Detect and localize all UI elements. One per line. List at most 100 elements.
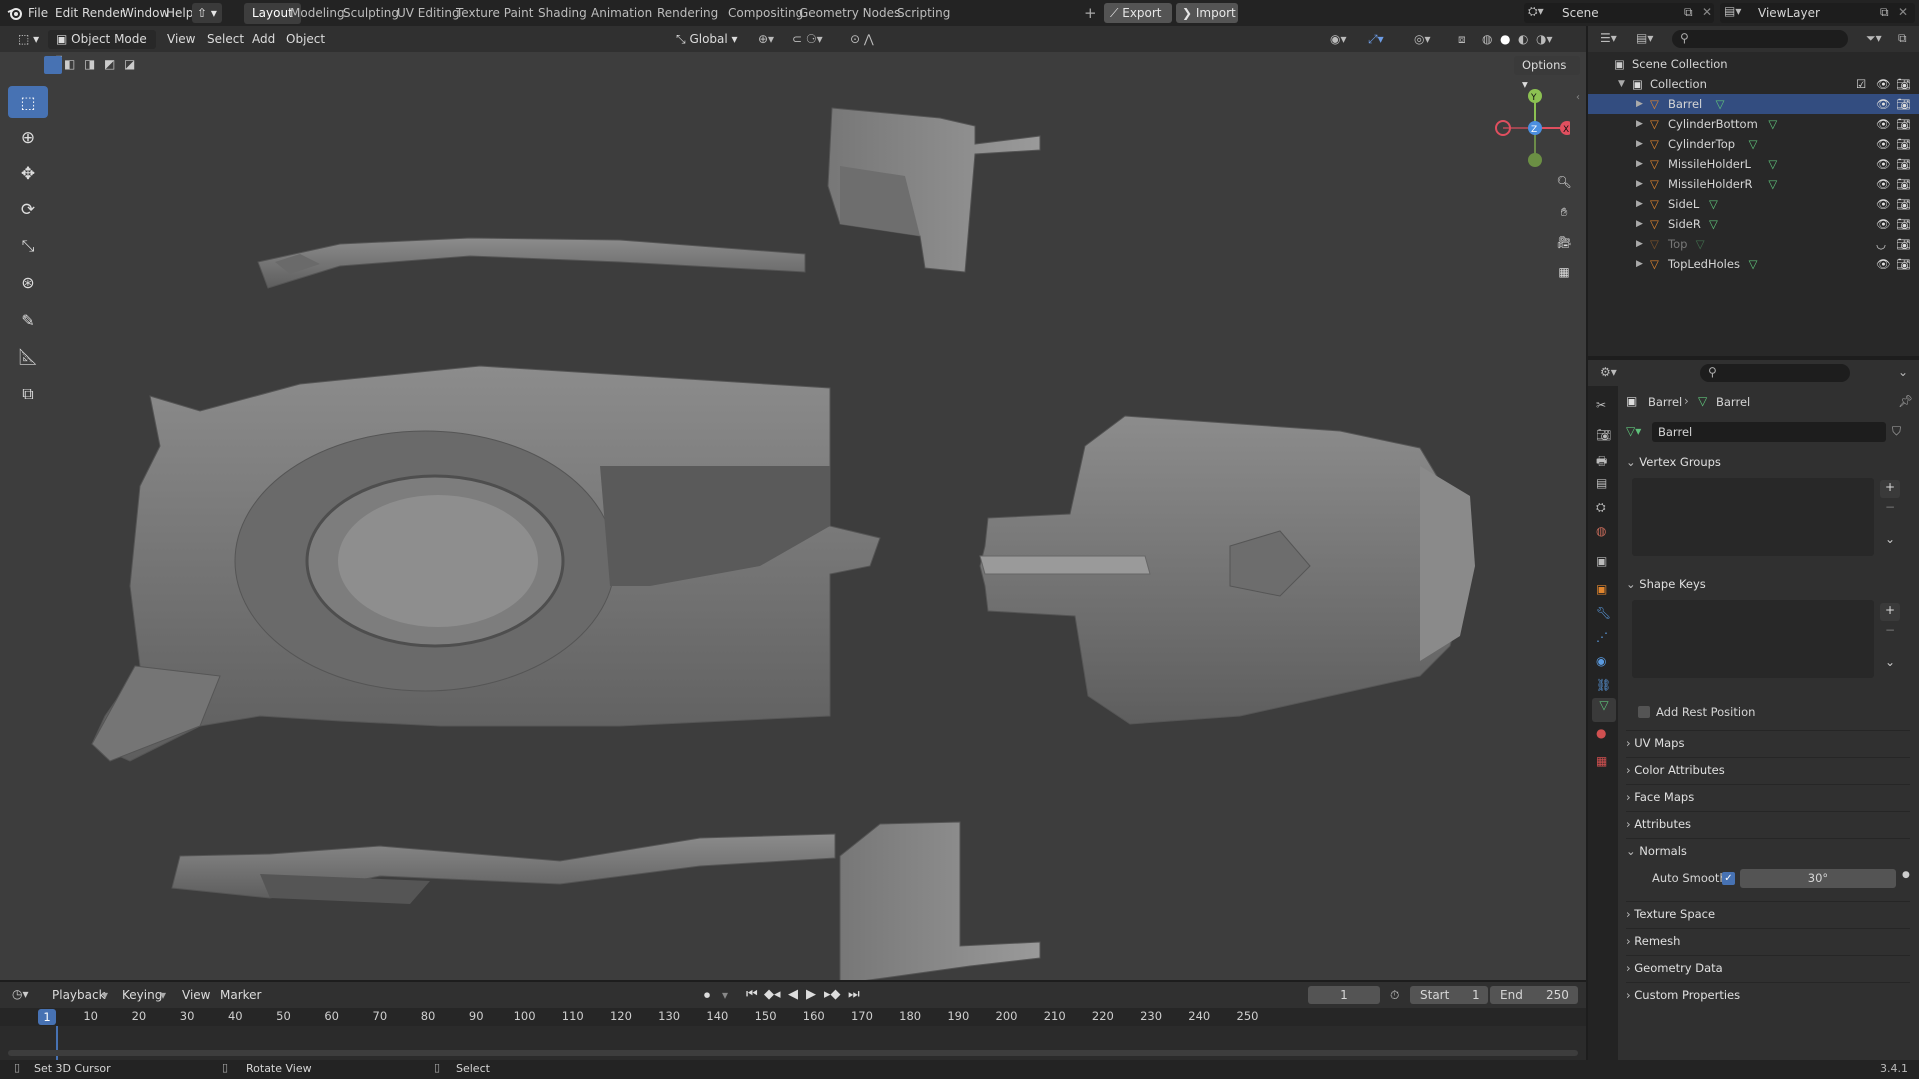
menu-select[interactable]: Select [207, 26, 244, 52]
current-frame-marker[interactable]: 1 [38, 1009, 56, 1025]
add-workspace-icon[interactable]: + [1084, 0, 1097, 26]
object-name[interactable]: Barrel [1668, 94, 1702, 114]
expand-icon[interactable]: ▶ [1636, 154, 1643, 174]
properties-search-input[interactable]: ⚲ [1700, 364, 1850, 382]
transform-orientation-dropdown[interactable]: ⤡ Global ▾ [668, 30, 748, 49]
material-shading-icon[interactable]: ◐ [1518, 26, 1528, 52]
add-rest-position-checkbox[interactable] [1638, 706, 1650, 718]
outliner-editor-icon[interactable]: ☰▾ [1600, 31, 1617, 45]
auto-smooth-checkbox[interactable]: ✓ [1722, 872, 1735, 885]
add-cube-tool[interactable]: ⧉ [8, 378, 48, 410]
outliner-object-row[interactable]: ▶ ▽ CylinderTop ▽ 👁︎ 📷︎ [1588, 134, 1919, 154]
delete-viewlayer-icon[interactable]: ✕ [1898, 5, 1908, 19]
expand-icon[interactable]: ▶ [1636, 194, 1643, 214]
chevron-down-icon[interactable]: ⌄ [1898, 365, 1908, 379]
proportional-edit-icon[interactable]: ⊙ ⋀ [850, 26, 874, 52]
select-intersect-icon[interactable]: ◪ [124, 57, 135, 71]
eye-icon[interactable]: 👁︎ [1876, 194, 1891, 214]
select-subtract-icon[interactable]: ◨ [84, 57, 95, 71]
add-vertex-group-button[interactable]: + [1880, 480, 1900, 498]
cursor-tool[interactable]: ⊕ [8, 122, 48, 154]
outliner-object-row[interactable]: ▶ ▽ MissileHolderL ▽ 👁︎ 📷︎ [1588, 154, 1919, 174]
constraints-tab-icon[interactable]: ⛓︎ [1596, 678, 1611, 692]
measure-tool[interactable]: 📐︎ [8, 340, 48, 372]
geometry-data-header[interactable]: › Geometry Data [1626, 955, 1910, 979]
grid-ortho-icon[interactable]: ▦ [1550, 258, 1578, 286]
menu-add[interactable]: Add [252, 26, 275, 52]
transform-tool[interactable]: ⊛ [8, 266, 48, 298]
particles-tab-icon[interactable]: ⋰ [1596, 630, 1608, 644]
vertex-group-specials-button[interactable]: ⌄ [1880, 532, 1900, 550]
render-camera-icon[interactable]: 📷︎ [1896, 94, 1911, 114]
mesh-name-field[interactable]: Barrel [1652, 422, 1886, 442]
jump-start-icon[interactable]: ⏮ [746, 982, 758, 1008]
face-maps-header[interactable]: › Face Maps [1626, 784, 1910, 808]
mesh-data-tab-icon[interactable]: ▽ [1592, 698, 1616, 722]
collection-tab-icon[interactable]: ▣ [1596, 554, 1607, 568]
rotate-tool[interactable]: ⟳ [8, 194, 48, 226]
expand-icon[interactable]: ▶ [1636, 134, 1643, 154]
add-rest-position-row[interactable]: Add Rest Position [1638, 704, 1838, 722]
viewport-canvas[interactable] [0, 26, 1586, 980]
record-icon[interactable]: ⏺ [704, 982, 710, 1008]
custom-properties-header[interactable]: › Custom Properties [1626, 982, 1910, 1006]
rendered-shading-icon[interactable]: ◑▾ [1536, 26, 1553, 52]
pin-icon[interactable]: 📌︎ [1898, 394, 1913, 408]
remove-vertex-group-button[interactable]: − [1880, 500, 1900, 518]
expand-icon[interactable]: ▶ [1636, 214, 1643, 234]
export-button[interactable]: ⟋ Export [1104, 3, 1172, 23]
select-box-tool[interactable]: ⬚ [8, 86, 48, 118]
view-layer-tab-icon[interactable]: ▤ [1596, 476, 1607, 490]
outliner-object-row[interactable]: ▶ ▽ TopLedHoles ▽ 👁︎ 📷︎ [1588, 254, 1919, 274]
fake-user-shield-icon[interactable]: ⛉ [1892, 424, 1901, 439]
shape-key-specials-button[interactable]: ⌄ [1880, 655, 1900, 673]
select-invert-icon[interactable]: ◩ [104, 57, 115, 71]
object-tab-icon[interactable]: ▣ [1596, 582, 1607, 596]
mode-dropdown[interactable]: ▣ Object Mode ▾ [48, 30, 156, 65]
delete-scene-icon[interactable]: ✕ [1702, 5, 1712, 19]
eye-icon[interactable]: 👁︎ [1876, 154, 1891, 174]
eye-icon[interactable]: 👁︎ [1876, 94, 1891, 114]
object-name[interactable]: CylinderBottom [1668, 114, 1758, 134]
properties-editor-icon[interactable]: ⚙▾ [1600, 365, 1617, 379]
jump-keyframe-forward-icon[interactable]: ▸◆ [824, 982, 841, 1008]
overlay-icon[interactable]: ◎▾ [1414, 26, 1431, 52]
import-button[interactable]: ❯ Import [1176, 3, 1238, 23]
display-mode-icon[interactable]: ▤▾ [1636, 31, 1653, 45]
wireframe-shading-icon[interactable]: ◍ [1482, 26, 1492, 52]
pivot-icon[interactable]: ⊕▾ [758, 26, 774, 52]
outliner-object-row[interactable]: ▶ ▽ CylinderBottom ▽ 👁︎ 📷︎ [1588, 114, 1919, 134]
menu-file[interactable]: File [28, 0, 48, 26]
current-frame-field[interactable]: 1 [1308, 986, 1380, 1004]
end-frame-field[interactable]: End 250 [1490, 986, 1578, 1004]
start-frame-field[interactable]: Start 1 [1410, 986, 1488, 1004]
eye-icon[interactable]: 👁︎ [1876, 214, 1891, 234]
menu-edit[interactable]: Edit [55, 0, 78, 26]
snap-icon[interactable]: ⊂ ⚆▾ [792, 26, 823, 52]
jump-end-icon[interactable]: ⏭ [848, 982, 860, 1008]
new-collection-icon[interactable]: ⧉ [1898, 31, 1907, 46]
menu-help[interactable]: Help [166, 0, 193, 26]
editor-type-dropdown[interactable]: ⬚ ▾ [10, 30, 52, 49]
pan-hand-icon[interactable]: ✋︎ [1550, 198, 1578, 226]
outliner-object-row[interactable]: ▶ ▽ Top ▽ ◡ 📷︎ [1588, 234, 1919, 254]
render-camera-icon[interactable]: 📷︎ [1896, 154, 1911, 174]
shape-keys-header[interactable]: ⌄ Shape Keys [1626, 572, 1910, 596]
object-name[interactable]: SideL [1668, 194, 1699, 214]
texture-tab-icon[interactable]: ▦ [1596, 754, 1607, 768]
outliner-search-input[interactable]: ⚲ [1672, 30, 1848, 48]
vertex-groups-list[interactable] [1632, 478, 1874, 556]
new-viewlayer-icon[interactable]: ⧉ [1880, 5, 1889, 20]
sidebar-toggle-icon[interactable]: ‹ [1576, 92, 1580, 103]
render-camera-icon[interactable]: 📷︎ [1896, 234, 1911, 254]
object-name[interactable]: MissileHolderL [1668, 154, 1751, 174]
render-camera-icon[interactable]: 📷︎ [1896, 74, 1911, 94]
shape-keys-list[interactable] [1632, 600, 1874, 678]
scene-selector[interactable]: ⛭▾ Scene ⧉ ✕ [1524, 3, 1714, 23]
camera-icon[interactable]: 🎥︎ [1550, 228, 1578, 256]
select-extend-icon[interactable]: ◧ [64, 57, 75, 71]
output-tab-icon[interactable]: 🖶︎ [1596, 452, 1607, 473]
object-name[interactable]: SideR [1668, 214, 1701, 234]
viewlayer-name[interactable]: ViewLayer [1758, 6, 1820, 20]
expand-icon[interactable]: ▶ [1636, 94, 1643, 114]
